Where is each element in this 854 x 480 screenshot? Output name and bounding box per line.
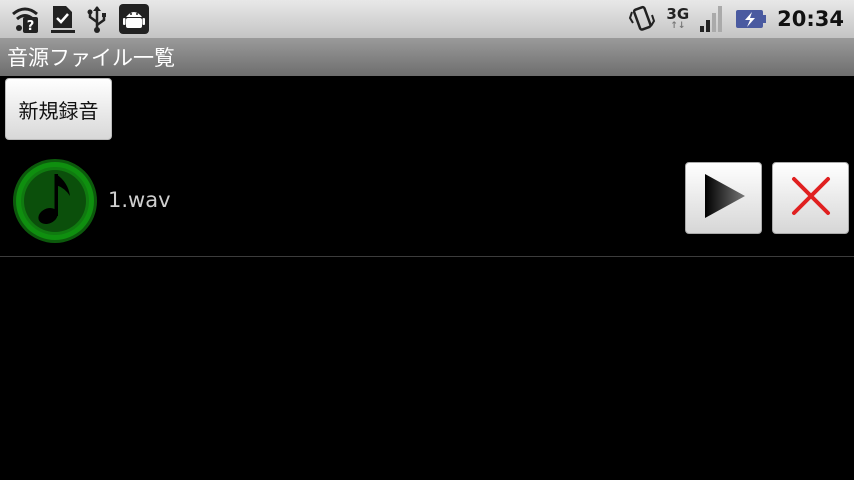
list-item[interactable]: 1.wav [0,148,854,256]
android-debug-icon [118,3,150,35]
play-icon [699,171,749,225]
screen: ? 3G ↑↓ 20:34 音源ファイル一覧 新規録音 1.wav [0,0,854,480]
delete-button[interactable] [772,162,849,234]
play-button[interactable] [685,162,762,234]
status-right-icons: 3G ↑↓ 20:34 [628,4,854,34]
delete-x-icon [789,174,833,222]
status-left-icons: ? [0,3,150,35]
status-bar: ? 3G ↑↓ 20:34 [0,0,854,38]
clock: 20:34 [777,7,844,31]
music-note-icon [10,156,100,246]
title-bar: 音源ファイル一覧 [0,38,854,76]
signal-icon [699,4,725,34]
vibrate-icon [628,4,656,34]
network-type: 3G ↑↓ [666,7,689,32]
wifi-question-icon: ? [10,4,40,34]
page-title: 音源ファイル一覧 [7,46,175,70]
file-name: 1.wav [108,188,171,212]
new-recording-button[interactable]: 新規録音 [5,78,112,140]
list-divider [0,256,854,257]
download-done-icon [50,4,76,34]
svg-text:?: ? [27,19,35,34]
battery-charging-icon [735,8,767,30]
usb-icon [86,4,108,34]
